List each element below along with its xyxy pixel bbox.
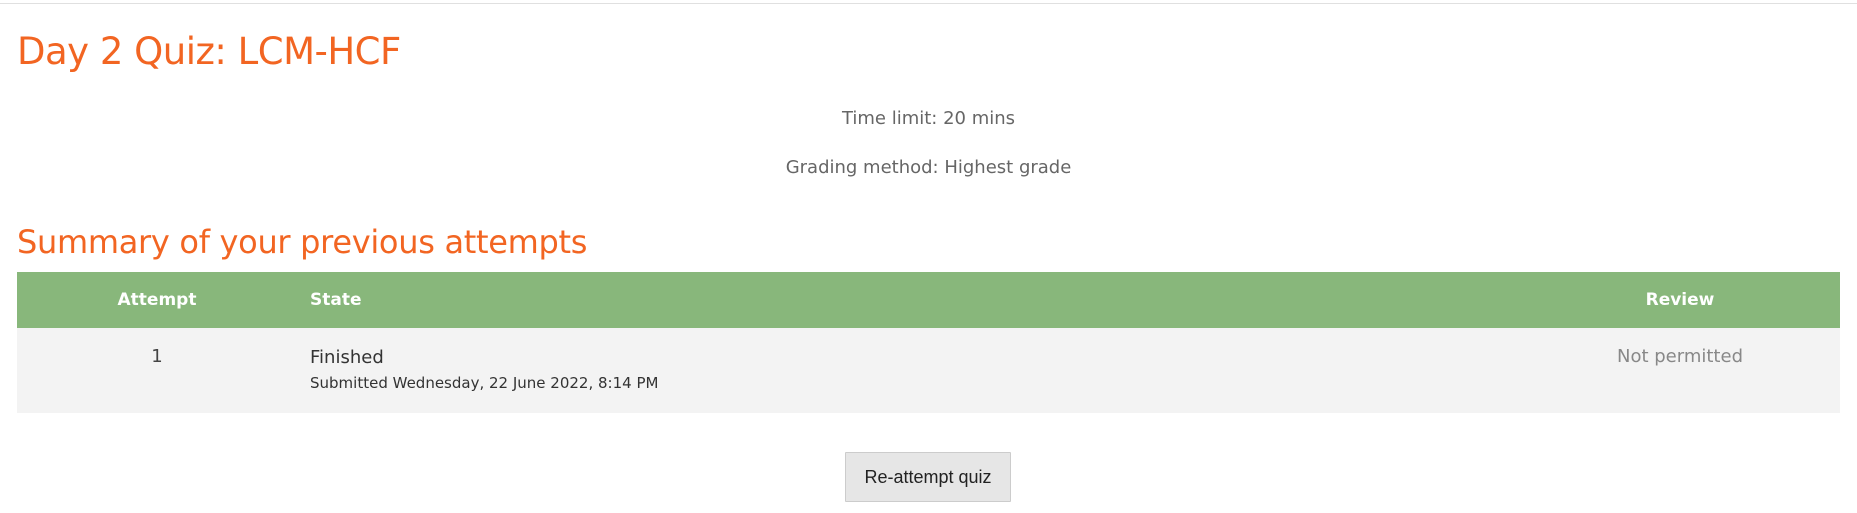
attempt-number-cell: 1 <box>17 328 297 413</box>
attempt-state: Finished <box>310 347 384 368</box>
column-header-state: State <box>297 272 1520 328</box>
column-header-attempt: Attempt <box>17 272 297 328</box>
attempts-table: Attempt State Review 1 Finished Submitte… <box>17 272 1840 413</box>
reattempt-quiz-button[interactable]: Re-attempt quiz <box>845 452 1011 502</box>
top-divider <box>0 3 1857 4</box>
attempt-submitted-time: Submitted Wednesday, 22 June 2022, 8:14 … <box>310 374 659 392</box>
column-header-review: Review <box>1520 272 1840 328</box>
time-limit-text: Time limit: 20 mins <box>841 108 1016 129</box>
table-header-row: Attempt State Review <box>17 272 1840 328</box>
grading-method-text: Grading method: Highest grade <box>785 157 1072 178</box>
attempts-summary-heading: Summary of your previous attempts <box>17 223 588 261</box>
quiz-title: Day 2 Quiz: LCM-HCF <box>17 30 401 73</box>
table-row: 1 Finished Submitted Wednesday, 22 June … <box>17 328 1840 413</box>
attempt-number: 1 <box>151 346 163 367</box>
review-status: Not permitted <box>1617 346 1743 367</box>
state-cell: Finished Submitted Wednesday, 22 June 20… <box>297 328 1520 413</box>
review-cell: Not permitted <box>1520 328 1840 413</box>
